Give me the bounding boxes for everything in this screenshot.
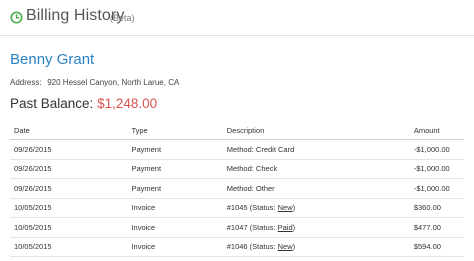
description-suffix: ) [292, 222, 296, 232]
column-header-description[interactable]: Description [222, 121, 410, 140]
past-balance: Past Balance: $1,248.00 [10, 96, 157, 111]
cell-description: #1046 (Status: New) [222, 237, 410, 257]
cell-date: 10/05/2015 [10, 237, 128, 257]
table-row: 10/05/2015 Invoice #1047 (Status: Paid) $47… [10, 217, 464, 238]
column-header-amount[interactable]: Amount [409, 121, 464, 140]
cell-amount: $477.00 [409, 217, 464, 238]
cell-description: Method: Check [222, 159, 410, 179]
cell-amount: -$1,000.00 [409, 139, 464, 160]
customer-name: Benny Grant [10, 51, 95, 68]
header-divider [0, 35, 474, 36]
cell-date: 09/26/2015 [10, 139, 128, 160]
cell-amount: -$1,000.00 [409, 178, 464, 199]
status-link[interactable]: Paid [278, 223, 293, 232]
cell-date: 09/26/2015 [10, 178, 128, 199]
cell-description: Method: Other [222, 178, 410, 199]
status-link[interactable]: New [278, 242, 293, 251]
past-balance-amount: $1,248.00 [97, 96, 158, 111]
description-text: Method: Credit Card [226, 144, 295, 154]
address-value: 920 Hessel Canyon, North Larue, CA [47, 78, 180, 87]
cell-type: Invoice [127, 198, 223, 218]
cell-type: Payment [127, 159, 223, 179]
description-text: Method: Check [226, 164, 278, 174]
table-row: 10/05/2015 Invoice #1046 (Status: New) $594… [10, 237, 464, 257]
cell-type: Invoice [127, 217, 223, 238]
beta-badge: (Beta) [110, 13, 135, 23]
cell-description: Method: Credit Card [222, 139, 410, 160]
cell-amount: -$1,000.00 [409, 159, 464, 179]
billing-rows: 09/26/2015 Payment Method: Credit Card -$1,… [10, 139, 464, 257]
table-header-row: Date Type Description Amount [10, 121, 464, 140]
description-suffix: ) [292, 242, 296, 252]
billing-table: Date Type Description Amount 09/26/2015 P… [10, 121, 464, 257]
table-row: 10/05/2015 Invoice #1045 (Status: New) $360… [10, 198, 464, 218]
clock-icon [10, 11, 23, 24]
description-text: Method: Other [226, 183, 275, 193]
column-header-date[interactable]: Date [10, 121, 128, 140]
cell-type: Payment [127, 178, 223, 199]
address-label: Address: [10, 78, 42, 87]
cell-amount: $360.00 [409, 198, 464, 218]
cell-description: #1047 (Status: Paid) [222, 217, 410, 238]
description-text: #1045 (Status: [226, 203, 278, 213]
cell-type: Payment [127, 139, 223, 160]
table-row: 09/26/2015 Payment Method: Check -$1,000.00 [10, 159, 464, 179]
past-balance-label: Past Balance: [10, 96, 94, 111]
cell-type: Invoice [127, 237, 223, 257]
cell-description: #1045 (Status: New) [222, 198, 410, 218]
page-header: Billing History (Beta) [0, 0, 474, 36]
column-header-type[interactable]: Type [127, 121, 223, 140]
description-suffix: ) [292, 203, 296, 213]
description-text: #1046 (Status: [226, 242, 278, 252]
table-row: 09/26/2015 Payment Method: Other -$1,000.00 [10, 178, 464, 199]
table-row: 09/26/2015 Payment Method: Credit Card -$1,… [10, 139, 464, 160]
address-row: Address: 920 Hessel Canyon, North Larue,… [10, 78, 179, 87]
cell-date: 09/26/2015 [10, 159, 128, 179]
cell-date: 10/05/2015 [10, 217, 128, 238]
cell-amount: $594.00 [409, 237, 464, 257]
cell-date: 10/05/2015 [10, 198, 128, 218]
status-link[interactable]: New [278, 203, 293, 212]
description-text: #1047 (Status: [226, 222, 278, 232]
